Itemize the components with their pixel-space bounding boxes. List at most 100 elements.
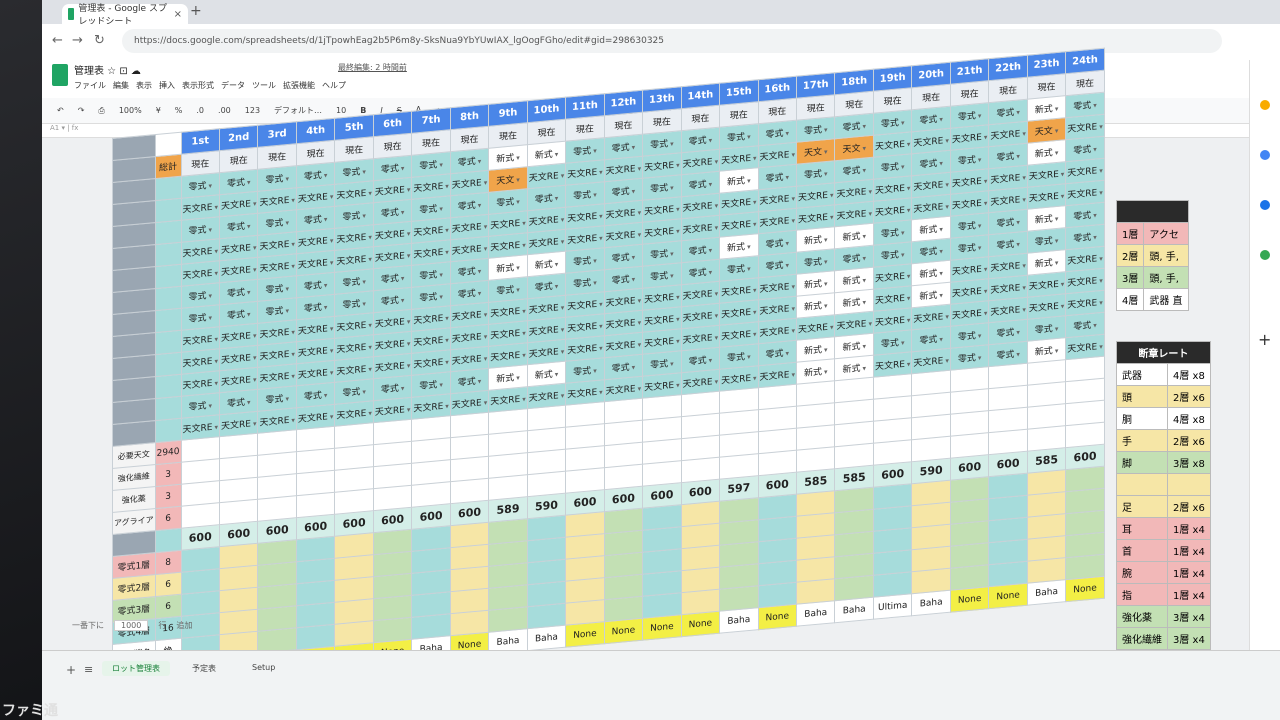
last-edit-link[interactable]: 最終編集: 2 時間前: [338, 62, 407, 73]
font-size-select[interactable]: 10: [333, 105, 349, 116]
gear-value: 天文RE: [220, 199, 251, 213]
gear-value: 天文RE: [721, 329, 752, 343]
gear-value: 零式: [342, 277, 361, 290]
gear-value: 零式: [803, 125, 822, 138]
gear-value: 零式: [1073, 144, 1092, 157]
percent-button[interactable]: %: [172, 105, 186, 116]
layer-table-header: [1116, 200, 1189, 223]
close-tab-icon[interactable]: ×: [174, 9, 182, 20]
contacts-icon[interactable]: [1260, 200, 1270, 210]
dropdown-icon: ▾: [439, 270, 443, 280]
add-sheet-icon[interactable]: +: [66, 663, 76, 677]
gear-value: 零式: [457, 156, 476, 169]
dropdown-icon: ▾: [862, 254, 866, 263]
gear-value: 天文RE: [913, 356, 944, 370]
gear-value: 新式: [842, 275, 861, 288]
document-title[interactable]: 管理表 ☆ ⊡ ☁: [74, 62, 141, 77]
back-icon[interactable]: ←: [52, 33, 63, 48]
dropdown-icon: ▾: [214, 269, 218, 278]
maps-icon[interactable]: [1260, 250, 1270, 260]
gear-value: 零式: [1034, 324, 1053, 337]
gear-value: 零式: [957, 331, 976, 344]
increase-decimal-button[interactable]: .00: [215, 105, 234, 116]
browser-tab[interactable]: 管理表 - Google スプレッドシート ×: [62, 4, 188, 27]
gear-value: 新式: [1034, 214, 1053, 227]
menu-tools[interactable]: ツール: [252, 80, 276, 91]
redo-icon[interactable]: ↷: [75, 105, 88, 116]
dropdown-icon: ▾: [329, 236, 334, 246]
rate-key: 胴: [1116, 407, 1168, 430]
layer-key: 1層: [1115, 222, 1145, 245]
gear-value: 天文RE: [682, 157, 713, 171]
gear-value: 天文RE: [182, 246, 213, 260]
gear-value: 天文RE: [259, 415, 290, 429]
dropdown-icon: ▾: [945, 136, 949, 146]
decrease-decimal-button[interactable]: .0: [193, 105, 207, 116]
dropdown-icon: ▾: [1099, 166, 1103, 176]
menu-help[interactable]: ヘルプ: [322, 80, 346, 91]
summary-cell: [155, 286, 182, 311]
currency-button[interactable]: ¥: [153, 105, 164, 116]
sheet-tab-setup[interactable]: Setup: [242, 661, 285, 674]
add-addon-icon[interactable]: +: [1258, 330, 1271, 349]
sheets-logo-icon[interactable]: [52, 64, 68, 86]
dropdown-icon: ▾: [522, 351, 526, 360]
forward-icon[interactable]: →: [72, 33, 83, 48]
gear-value: 天文RE: [297, 324, 328, 338]
url-field[interactable]: https://docs.google.com/spreadsheets/d/1…: [122, 29, 1222, 53]
print-icon[interactable]: ⎙: [95, 105, 107, 117]
gear-value: 天文RE: [721, 373, 752, 387]
dropdown-icon: ▾: [593, 190, 597, 200]
dropdown-icon: ▾: [824, 345, 828, 355]
menu-file[interactable]: ファイル: [74, 80, 106, 91]
zoom-select[interactable]: 100%: [116, 105, 145, 116]
dropdown-icon: ▾: [824, 235, 828, 245]
gear-value: 零式: [688, 355, 707, 368]
gear-value: 零式: [996, 327, 1015, 340]
menu-edit[interactable]: 編集: [113, 80, 129, 91]
font-select[interactable]: デフォルト…: [271, 104, 325, 117]
gear-value: 天文RE: [721, 153, 752, 167]
menu-view[interactable]: 表示: [136, 80, 152, 91]
gear-value: 新式: [496, 153, 515, 166]
reload-icon[interactable]: ↻: [94, 33, 105, 48]
sheet-tab-lot[interactable]: ロット管理表: [102, 661, 170, 676]
gear-value: 零式: [1034, 236, 1053, 249]
dropdown-icon: ▾: [516, 197, 520, 207]
dropdown-icon: ▾: [824, 147, 828, 157]
dropdown-icon: ▾: [862, 166, 866, 175]
menu-insert[interactable]: 挿入: [159, 80, 175, 91]
menu-data[interactable]: データ: [221, 80, 245, 91]
browser-window: 管理表 - Google スプレッドシート × + ← → ↻ https://…: [42, 0, 1280, 720]
add-rows-button[interactable]: 追加: [176, 620, 192, 631]
sheet-tab-schedule[interactable]: 予定表: [182, 661, 226, 676]
menu-format[interactable]: 表示形式: [182, 80, 214, 91]
dropdown-icon: ▾: [747, 132, 751, 142]
all-sheets-icon[interactable]: ≡: [84, 663, 93, 676]
gear-value: 天文RE: [798, 190, 828, 204]
menu-extensions[interactable]: 拡張機能: [283, 80, 315, 91]
new-tab-icon[interactable]: +: [190, 3, 202, 19]
add-rows-input[interactable]: 1000: [114, 620, 149, 631]
gear-value: 天文RE: [182, 268, 213, 282]
gear-value: 天文RE: [990, 195, 1021, 209]
dropdown-icon: ▾: [753, 286, 757, 295]
gear-value: 天文RE: [1067, 188, 1098, 202]
gear-value: 零式: [688, 179, 707, 192]
dropdown-icon: ▾: [593, 366, 597, 376]
gear-value: 零式: [419, 380, 438, 393]
gear-value: 天文RE: [336, 188, 367, 202]
tasks-icon[interactable]: [1260, 150, 1270, 160]
keep-icon[interactable]: [1260, 100, 1270, 110]
undo-icon[interactable]: ↶: [54, 105, 67, 116]
dropdown-icon: ▾: [599, 388, 603, 397]
gear-value: 零式: [727, 132, 746, 145]
number-format-button[interactable]: 123: [242, 105, 263, 116]
rate-key: 強化薬: [1116, 605, 1168, 628]
dropdown-icon: ▾: [1016, 240, 1020, 249]
gear-value: 新式: [534, 149, 553, 162]
gear-value: 零式: [534, 281, 553, 294]
dropdown-icon: ▾: [753, 330, 757, 339]
gear-value: 零式: [188, 401, 207, 414]
dropdown-icon: ▾: [676, 337, 680, 346]
